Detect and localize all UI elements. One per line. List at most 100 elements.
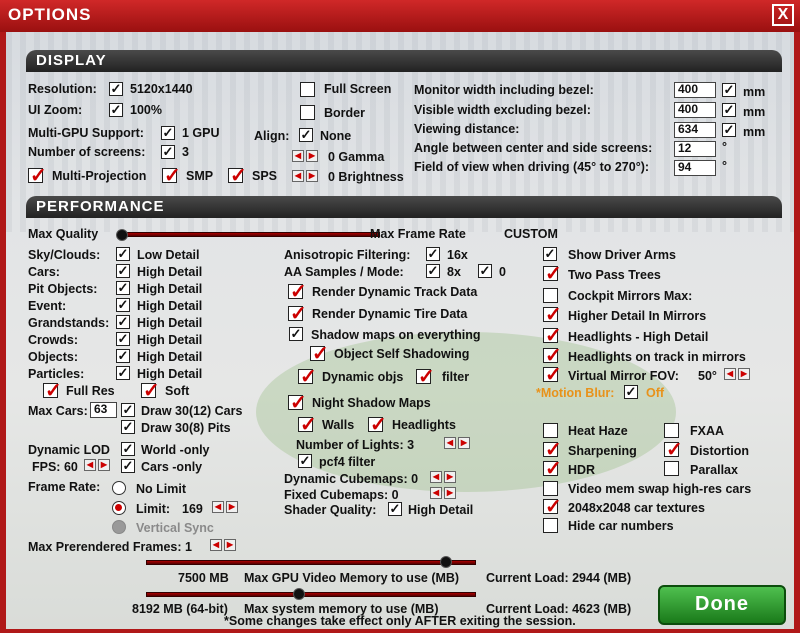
- aa-dropdown[interactable]: ✓: [426, 264, 440, 278]
- visible-width-check[interactable]: ✓: [722, 103, 736, 117]
- detail-dropdown[interactable]: ✓: [116, 298, 130, 312]
- hdr-label: HDR: [568, 463, 596, 477]
- limit-decrease-button[interactable]: ◀: [212, 501, 224, 513]
- distortion-checkbox[interactable]: [664, 437, 683, 462]
- headlights-high-label: Headlights - High Detail: [568, 330, 709, 344]
- full-res-checkbox[interactable]: [43, 378, 62, 403]
- angle-input[interactable]: 12: [674, 141, 716, 157]
- system-memory-slider-knob[interactable]: [293, 588, 305, 600]
- resolution-dropdown[interactable]: ✓: [109, 82, 123, 96]
- border-checkbox[interactable]: [300, 105, 315, 120]
- pcf4-checkbox[interactable]: ✓: [298, 454, 312, 468]
- max-quality-label: Max Quality: [28, 227, 99, 241]
- vm-fov-increase-button[interactable]: ▶: [738, 368, 750, 380]
- dynamic-lod-label: Dynamic LOD: [28, 443, 110, 457]
- dyn-cubemaps-decrease-button[interactable]: ◀: [430, 471, 442, 483]
- fps-decrease-button[interactable]: ◀: [84, 459, 96, 471]
- smp-label: SMP: [186, 169, 214, 183]
- detail-dropdown[interactable]: ✓: [116, 247, 130, 261]
- no-limit-radio[interactable]: [112, 481, 126, 495]
- brightness-increase-button[interactable]: ▶: [306, 170, 318, 182]
- done-button[interactable]: Done: [658, 585, 786, 625]
- detail-dropdown[interactable]: ✓: [116, 349, 130, 363]
- limit-increase-button[interactable]: ▶: [226, 501, 238, 513]
- headlights-high-checkbox[interactable]: [543, 323, 562, 348]
- gpu-memory-slider-track[interactable]: [146, 560, 476, 565]
- walls-checkbox[interactable]: [298, 412, 317, 437]
- cars-only-checkbox[interactable]: ✓: [121, 459, 135, 473]
- quality-slider-knob[interactable]: [116, 229, 128, 241]
- car-textures-checkbox[interactable]: [543, 494, 562, 519]
- render-track-checkbox[interactable]: [288, 279, 307, 304]
- motion-blur-dropdown[interactable]: ✓: [624, 385, 638, 399]
- cockpit-mirrors-checkbox[interactable]: [543, 288, 558, 303]
- quality-slider-track[interactable]: [118, 232, 380, 237]
- shadow-maps-checkbox[interactable]: ✓: [289, 327, 303, 341]
- dynamic-objs-checkbox[interactable]: [298, 364, 317, 389]
- num-lights-decrease-button[interactable]: ◀: [444, 437, 456, 449]
- fps-increase-button[interactable]: ▶: [98, 459, 110, 471]
- prerendered-label: Max Prerendered Frames: 1: [28, 540, 192, 554]
- smp-checkbox[interactable]: [162, 163, 181, 188]
- aa-mode-dropdown[interactable]: ✓: [478, 264, 492, 278]
- headlights-mirrors-checkbox[interactable]: [543, 343, 562, 368]
- fov-input[interactable]: 94: [674, 160, 716, 176]
- filter-checkbox[interactable]: [416, 364, 435, 389]
- heat-haze-checkbox[interactable]: [543, 423, 558, 438]
- detail-dropdown[interactable]: ✓: [116, 332, 130, 346]
- detail-dropdown[interactable]: ✓: [116, 315, 130, 329]
- multi-projection-checkbox[interactable]: [28, 163, 47, 188]
- prerendered-increase-button[interactable]: ▶: [224, 539, 236, 551]
- parallax-checkbox[interactable]: [664, 461, 679, 476]
- render-tire-checkbox[interactable]: [288, 301, 307, 326]
- align-dropdown[interactable]: ✓: [299, 128, 313, 142]
- world-only-checkbox[interactable]: ✓: [121, 442, 135, 456]
- full-screen-checkbox[interactable]: [300, 82, 315, 97]
- align-value: None: [320, 129, 352, 143]
- virtual-mirror-checkbox[interactable]: [543, 362, 562, 387]
- fixed-cubemaps-increase-button[interactable]: ▶: [444, 487, 456, 499]
- aniso-dropdown[interactable]: ✓: [426, 247, 440, 261]
- detail-dropdown[interactable]: ✓: [116, 281, 130, 295]
- monitor-width-input[interactable]: 400: [674, 82, 716, 98]
- draw-cars-checkbox[interactable]: ✓: [121, 403, 135, 417]
- detail-label: Objects:: [28, 350, 79, 364]
- system-memory-slider-track[interactable]: [146, 592, 476, 597]
- sps-checkbox[interactable]: [228, 163, 247, 188]
- monitor-width-check[interactable]: ✓: [722, 83, 736, 97]
- limit-radio[interactable]: [112, 501, 126, 515]
- num-lights-increase-button[interactable]: ▶: [458, 437, 470, 449]
- soft-checkbox[interactable]: [141, 378, 160, 403]
- viewing-distance-input[interactable]: 634: [674, 122, 716, 138]
- prerendered-decrease-button[interactable]: ◀: [210, 539, 222, 551]
- screens-dropdown[interactable]: ✓: [161, 145, 175, 159]
- two-pass-checkbox[interactable]: [543, 261, 562, 286]
- sharpening-checkbox[interactable]: [543, 437, 562, 462]
- draw-pits-checkbox[interactable]: ✓: [121, 420, 135, 434]
- ui-zoom-dropdown[interactable]: ✓: [109, 103, 123, 117]
- brightness-decrease-button[interactable]: ◀: [292, 170, 304, 182]
- headlights-checkbox[interactable]: [368, 412, 387, 437]
- vm-fov-decrease-button[interactable]: ◀: [724, 368, 736, 380]
- show-arms-checkbox[interactable]: ✓: [543, 247, 557, 261]
- detail-dropdown[interactable]: ✓: [116, 366, 130, 380]
- shader-dropdown[interactable]: ✓: [388, 502, 402, 516]
- higher-detail-mirrors-checkbox[interactable]: [543, 302, 562, 327]
- multigpu-dropdown[interactable]: ✓: [161, 126, 175, 140]
- visible-width-input[interactable]: 400: [674, 102, 716, 118]
- gpu-memory-slider-knob[interactable]: [440, 556, 452, 568]
- hdr-checkbox[interactable]: [543, 456, 562, 481]
- hide-numbers-checkbox[interactable]: [543, 518, 558, 533]
- vsync-radio[interactable]: [112, 520, 126, 534]
- dyn-cubemaps-increase-button[interactable]: ▶: [444, 471, 456, 483]
- night-shadow-checkbox[interactable]: [288, 390, 307, 415]
- detail-dropdown[interactable]: ✓: [116, 264, 130, 278]
- close-button[interactable]: X: [772, 4, 794, 26]
- gamma-decrease-button[interactable]: ◀: [292, 150, 304, 162]
- fixed-cubemaps-decrease-button[interactable]: ◀: [430, 487, 442, 499]
- self-shadowing-checkbox[interactable]: [310, 341, 329, 366]
- gamma-increase-button[interactable]: ▶: [306, 150, 318, 162]
- viewing-distance-check[interactable]: ✓: [722, 123, 736, 137]
- max-cars-input[interactable]: 63: [90, 402, 117, 418]
- fxaa-checkbox[interactable]: [664, 423, 679, 438]
